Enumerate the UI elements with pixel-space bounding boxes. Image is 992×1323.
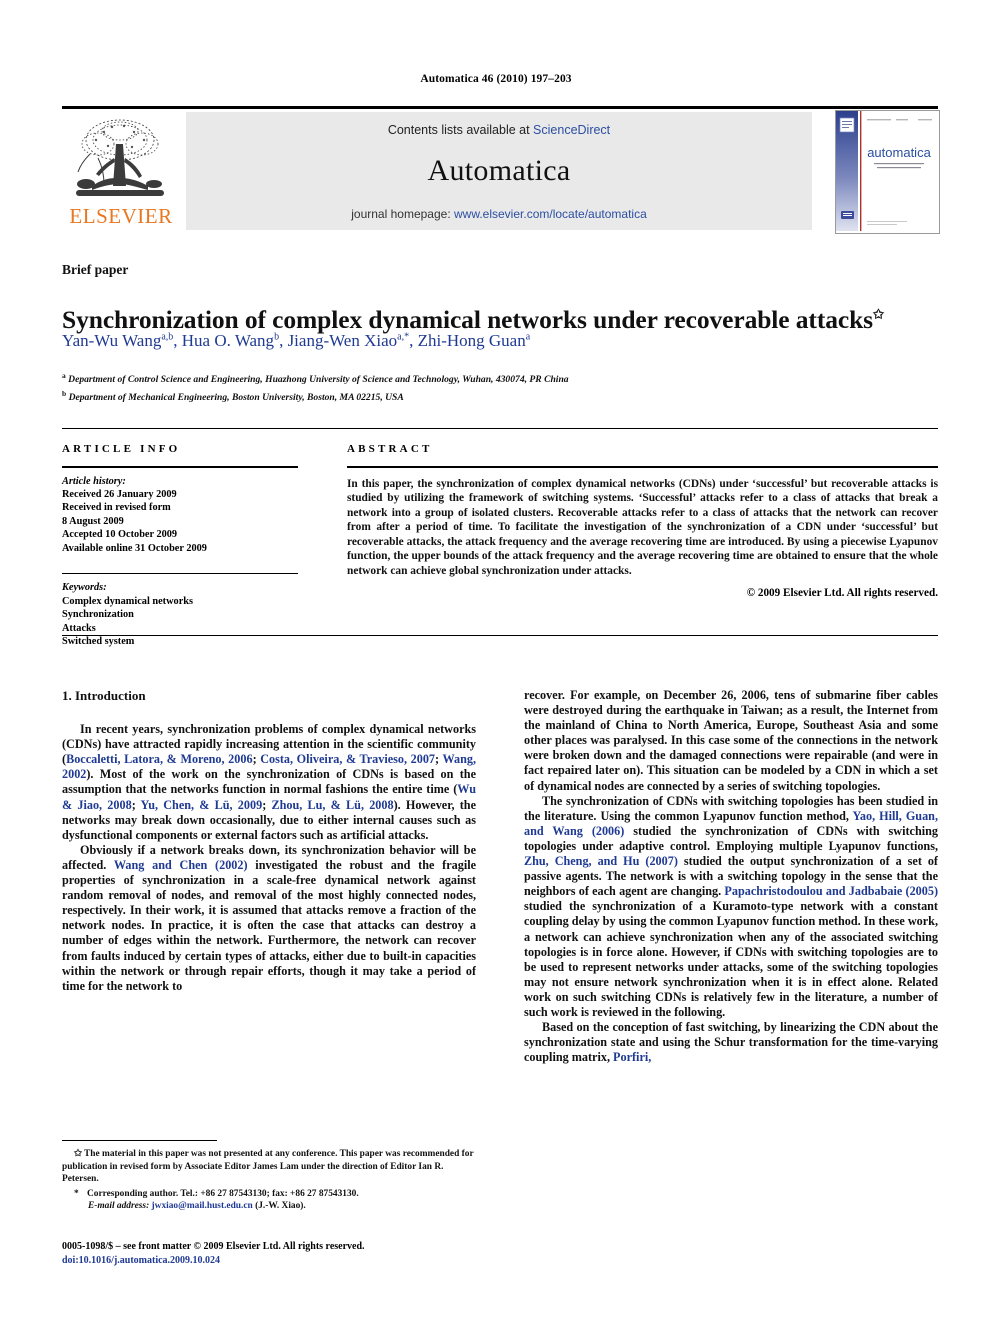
history-item: 8 August 2009 [62,515,124,527]
affiliation-a: a Department of Control Science and Engi… [62,369,942,387]
abstract-column: ABSTRACT In this paper, the synchronizat… [347,428,938,599]
footnote-star-marker: ✩ [74,1149,82,1159]
paragraph: Based on the conception of fast switchin… [524,1020,938,1065]
title-footnote-marker: ✩ [873,306,884,322]
affiliation-text-a: Department of Control Science and Engine… [68,374,569,386]
elsevier-logo: ELSEVIER [62,112,180,230]
keyword-item: Switched system [62,636,135,648]
article-type-label: Brief paper [62,262,129,277]
issn-line: 0005-1098/$ – see front matter © 2009 El… [62,1241,365,1252]
running-head: Automatica 46 (2010) 197–203 [420,73,572,85]
svg-text:automatica: automatica [867,145,931,160]
affiliation-b: b Department of Mechanical Engineering, … [62,387,942,405]
keyword-item: Synchronization [62,609,134,621]
history-item: Received in revised form [62,502,171,514]
sciencedirect-link[interactable]: ScienceDirect [533,123,610,137]
homepage-prefix: journal homepage: [351,207,454,221]
footnote-corresponding-author: * Corresponding author. Tel.: +86 27 875… [62,1188,476,1201]
keywords-list: Keywords: Complex dynamical networks Syn… [62,581,298,648]
body-column-left: 1. Introduction In recent years, synchro… [62,688,476,1128]
paragraph: In recent years, synchronization problem… [62,722,476,842]
abstract-rule [347,466,938,468]
history-item: Accepted 10 October 2009 [62,529,178,541]
email-owner: (J.-W. Xiao). [255,1201,306,1212]
elsevier-wordmark: ELSEVIER [69,204,173,228]
footnote-email-line: E-mail address: jwxiao@mail.hust.edu.cn … [62,1200,476,1213]
section-heading-introduction: 1. Introduction [62,688,146,703]
journal-homepage-link[interactable]: www.elsevier.com/locate/automatica [454,207,647,221]
journal-masthead: ELSEVIER Contents lists available at Sci… [62,106,940,234]
paper-page: Automatica 46 (2010) 197–203 ELSEVIER Co… [0,0,992,1323]
footnote-funding-note: ✩ The material in this paper was not pre… [62,1148,476,1186]
article-history-label: Article history: [62,475,126,487]
masthead-top-rule [62,106,938,109]
article-info-column: ARTICLE INFO Article history: Received 2… [62,428,298,648]
article-info-heading: ARTICLE INFO [62,443,181,455]
imprint-block: 0005-1098/$ – see front matter © 2009 El… [62,1240,492,1267]
article-info-rule [62,466,298,468]
paper-title-text: Synchronization of complex dynamical net… [62,305,873,335]
paragraph: recover. For example, on December 26, 20… [524,688,938,793]
affiliation-list: a Department of Control Science and Engi… [62,369,942,404]
doi-line[interactable]: doi:10.1016/j.automatica.2009.10.024 [62,1254,492,1268]
affiliation-marker-a: a [62,371,66,380]
email-link[interactable]: jwxiao@mail.hust.edu.cn [152,1201,253,1211]
history-item: Available online 31 October 2009 [62,542,207,554]
footnote-star-text: The material in this paper was not prese… [62,1149,474,1185]
footnote-separator-rule [62,1140,217,1141]
elsevier-tree-icon [68,114,172,202]
journal-banner: Contents lists available at ScienceDirec… [186,112,812,230]
abstract-text: In this paper, the synchronization of co… [347,477,938,578]
author-list: Yan-Wu Wanga,b, Hua O. Wangb, Jiang-Wen … [62,331,531,350]
email-label: E-mail address: [88,1201,150,1212]
article-history: Article history: Received 26 January 200… [62,475,298,555]
copyright-line: © 2009 Elsevier Ltd. All rights reserved… [746,586,938,599]
journal-homepage-line: journal homepage: www.elsevier.com/locat… [186,207,812,221]
affiliation-text-b: Department of Mechanical Engineering, Bo… [68,391,404,403]
paragraph: The synchronization of CDNs with switchi… [524,793,938,1019]
journal-title: Automatica [427,154,571,187]
abstract-heading: ABSTRACT [347,443,433,455]
body-column-right: recover. For example, on December 26, 20… [524,688,938,1248]
contents-line: Contents lists available at ScienceDirec… [186,123,812,137]
history-item: Received 26 January 2009 [62,488,177,500]
corresponding-author-text: Corresponding author. Tel.: +86 27 87543… [87,1188,359,1199]
keyword-item: Attacks [62,622,96,634]
affiliation-marker-b: b [62,388,67,398]
band-bottom-rule [62,635,938,636]
journal-cover-thumbnail: automatica [835,110,940,234]
footnote-block: ✩ The material in this paper was not pre… [62,1148,476,1213]
info-abstract-band: ARTICLE INFO Article history: Received 2… [62,428,938,647]
keyword-item: Complex dynamical networks [62,595,193,607]
keywords-label: Keywords: [62,582,107,594]
keywords-rule [62,572,298,575]
corresponding-author-marker: * [74,1188,79,1199]
paragraph: Obviously if a network breaks down, its … [62,842,476,993]
contents-prefix: Contents lists available at [387,123,534,137]
